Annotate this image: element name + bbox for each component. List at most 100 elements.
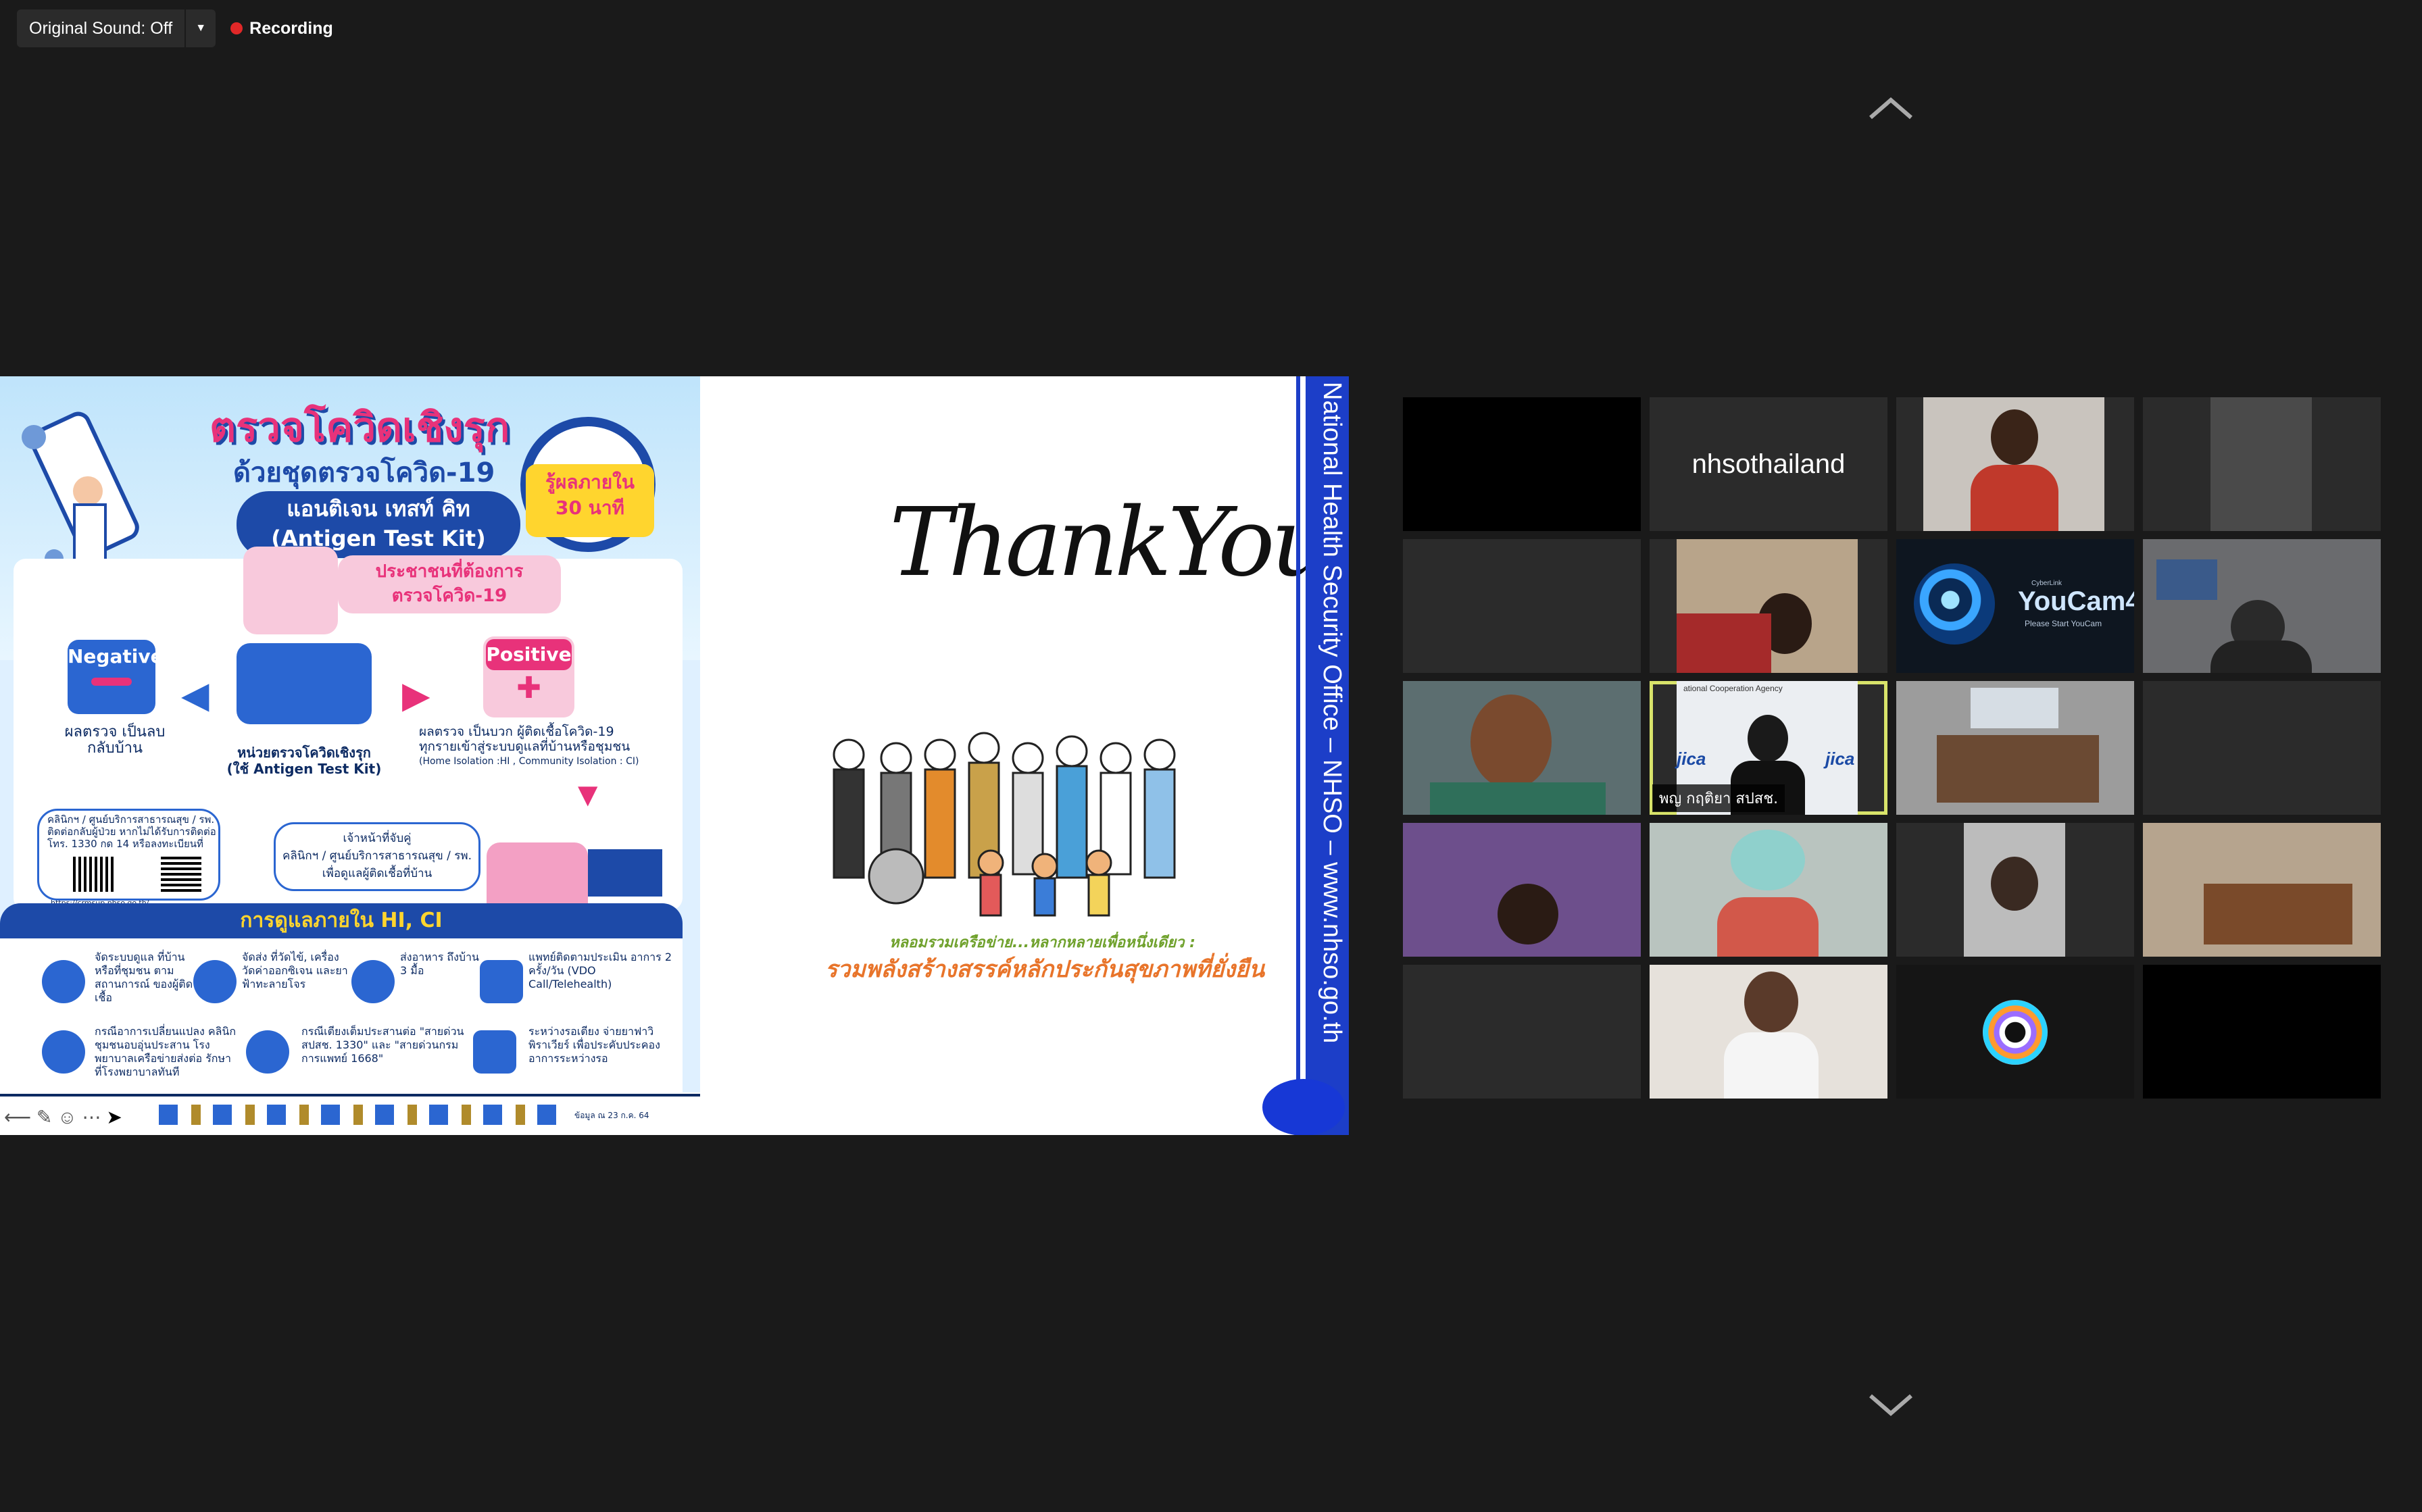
care-item-1: จัดระบบดูแล ที่บ้านหรือที่ชุมชน ตามสถานก… xyxy=(95,951,193,1004)
participant-tile-20[interactable] xyxy=(2143,965,2381,1099)
participant-body xyxy=(1717,897,1819,957)
care-item-6: กรณีเตียงเต็มประสานต่อ "สายด่วน สปสช. 13… xyxy=(301,1025,464,1065)
partner-logos xyxy=(159,1105,558,1125)
participant-tile-7[interactable]: CyberLink YouCam4 Please Start YouCam xyxy=(1896,539,2134,673)
participant-body xyxy=(2210,640,2312,673)
thank-you-panel: ThankYou หลอมรวมเครือข่าย...หลากหลายเพื่… xyxy=(700,376,1332,1135)
participant-tile-4[interactable] xyxy=(2143,397,2381,531)
care-item-4: แพทย์ติดตามประเมิน อาการ 2 ครั้ง/วัน (VD… xyxy=(528,951,672,990)
participant-tile-18[interactable] xyxy=(1650,965,1887,1099)
smiley-icon[interactable]: ☺ xyxy=(57,1107,77,1128)
people-label: ประชาชนที่ต้องการ xyxy=(375,561,524,582)
participant-tile-11[interactable] xyxy=(1896,681,2134,815)
result-time-2: 30 นาที xyxy=(555,497,625,519)
jica-logo-left: jica xyxy=(1677,749,1706,769)
participant-tile-15[interactable] xyxy=(1896,823,2134,957)
annotation-toolbar: ⟵ ✎ ☺ ⋯ ➤ xyxy=(4,1106,122,1128)
participant-tile-3[interactable] xyxy=(1896,397,2134,531)
medicine-icon xyxy=(473,1030,516,1074)
participant-tile-16[interactable] xyxy=(2143,823,2381,957)
participant-body xyxy=(1430,782,1606,815)
participant-body xyxy=(1724,1032,1819,1099)
staff-text: เจ้าหน้าที่จับคู่ xyxy=(343,832,412,845)
unit-label-2: (ใช้ Antigen Test Kit) xyxy=(226,761,382,777)
people-box: ประชาชนที่ต้องการ ตรวจโควิด-19 xyxy=(338,555,561,613)
arrow-left-icon: ◀ xyxy=(181,675,209,715)
clinic-text-2: ติดต่อกลับผู้ป่วย หากไม่ได้รับการติดต่อ xyxy=(47,826,216,838)
person-illustration xyxy=(243,547,338,634)
participant-tile-2[interactable]: nhsothailand xyxy=(1650,397,1887,531)
staff-text-2: คลินิกฯ / ศูนย์บริการสาธารณสุข / รพ. xyxy=(282,849,472,863)
arrow-down-icon: ▼ xyxy=(571,776,605,813)
arrow-right-icon: ▶ xyxy=(402,675,430,715)
participant-head xyxy=(1991,409,2038,465)
video-feed xyxy=(1923,397,2104,531)
positive-result-text-3: (Home Isolation :HI , Community Isolatio… xyxy=(419,756,639,767)
thank-you-text: ThankYou xyxy=(889,488,1332,598)
recording-label: Recording xyxy=(249,18,333,38)
nhso-side-text: National Health Security Office – NHSO –… xyxy=(1318,382,1346,1044)
result-time-badge: รู้ผลภายใน 30 นาที xyxy=(526,464,654,537)
people-illustration xyxy=(833,732,1176,917)
positive-result-text-2: ทุกรายเข้าสู่ระบบดูแลที่บ้านหรือชุมชน xyxy=(419,739,631,754)
poster-subtitle: ด้วยชุดตรวจโควิด-19 xyxy=(233,457,495,488)
recording-indicator: Recording xyxy=(230,19,333,39)
participant-tile-8[interactable] xyxy=(2143,539,2381,673)
participant-head xyxy=(1470,695,1552,789)
chevron-down-icon[interactable] xyxy=(1867,1392,1915,1419)
caret-down-icon[interactable]: ▼ xyxy=(184,9,216,47)
participant-name: nhsothailand xyxy=(1691,449,1846,479)
participant-tile-12[interactable] xyxy=(2143,681,2381,815)
pointer-icon[interactable]: ➤ xyxy=(106,1107,122,1128)
plus-icon: ✚ xyxy=(516,671,541,705)
hotline-icon xyxy=(246,1030,289,1074)
background-text: ational Cooperation Agency xyxy=(1683,684,1783,693)
video-feed xyxy=(1964,823,2065,957)
care-section: จัดระบบดูแล ที่บ้านหรือที่ชุมชน ตามสถานก… xyxy=(0,938,683,1092)
negative-result: ผลตรวจ เป็นลบ กลับบ้าน xyxy=(54,724,176,757)
staff-text-block: เจ้าหน้าที่จับคู่ คลินิกฯ / ศูนย์บริการส… xyxy=(276,830,478,882)
food-icon xyxy=(351,960,395,1003)
test-kit-illustration xyxy=(237,643,372,724)
participant-tile-10-active-speaker[interactable]: ational Cooperation Agency jica jica พญ … xyxy=(1650,681,1887,815)
footer-line xyxy=(0,1094,700,1097)
video-feed xyxy=(1677,539,1858,673)
participant-head xyxy=(1744,972,1798,1032)
participant-tile-1[interactable] xyxy=(1403,397,1641,531)
negative-label: Negative xyxy=(68,645,164,667)
qr-code-line-icon xyxy=(161,857,201,892)
chevron-up-icon[interactable] xyxy=(1867,95,1915,122)
staff-box: เจ้าหน้าที่จับคู่ คลินิกฯ / ศูนย์บริการส… xyxy=(274,822,480,891)
original-sound-label: Original Sound: Off xyxy=(29,18,173,38)
positive-badge: Positive ✚ xyxy=(483,636,574,717)
staff-text-3: เพื่อดูแลผู้ติดเชื้อที่บ้าน xyxy=(322,867,432,880)
qr-code-icon xyxy=(73,857,114,892)
record-dot-icon xyxy=(230,22,243,34)
meeting-table xyxy=(1937,735,2099,803)
arrow-back-icon[interactable]: ⟵ xyxy=(4,1107,31,1128)
participant-tile-5[interactable] xyxy=(1403,539,1641,673)
ambulance-icon xyxy=(42,1030,85,1074)
participant-tile-9[interactable] xyxy=(1403,681,1641,815)
video-feed xyxy=(1650,965,1887,1099)
participant-tile-13[interactable] xyxy=(1403,823,1641,957)
youcam-subtitle: Please Start YouCam xyxy=(2025,619,2102,628)
result-time: รู้ผลภายใน xyxy=(545,471,635,493)
original-sound-button[interactable]: Original Sound: Off ▼ xyxy=(17,9,216,47)
care-item-5: กรณีอาการเปลี่ยนแปลง คลินิกชุมชนอบอุ่นปร… xyxy=(95,1025,237,1078)
jica-logo-right: jica xyxy=(1825,749,1855,769)
participant-tile-19[interactable] xyxy=(1896,965,2134,1099)
building-icon xyxy=(588,849,662,897)
participant-head xyxy=(1748,715,1788,762)
participant-body xyxy=(1971,465,2058,531)
people-label-2: ตรวจโควิด-19 xyxy=(391,586,508,606)
shared-screen: ตรวจโควิดเชิงรุก ด้วยชุดตรวจโควิด-19 แอน… xyxy=(0,376,1349,1135)
caption-main: รวมพลังสร้างสรรค์หลักประกันสุขภาพที่ยั่ง… xyxy=(825,956,1265,983)
minus-icon xyxy=(91,678,132,686)
participant-head xyxy=(1498,884,1558,944)
more-icon[interactable]: ⋯ xyxy=(82,1107,101,1128)
participant-tile-17[interactable] xyxy=(1403,965,1641,1099)
pencil-icon[interactable]: ✎ xyxy=(36,1107,52,1128)
participant-tile-14[interactable] xyxy=(1650,823,1887,957)
participant-tile-6[interactable] xyxy=(1650,539,1887,673)
